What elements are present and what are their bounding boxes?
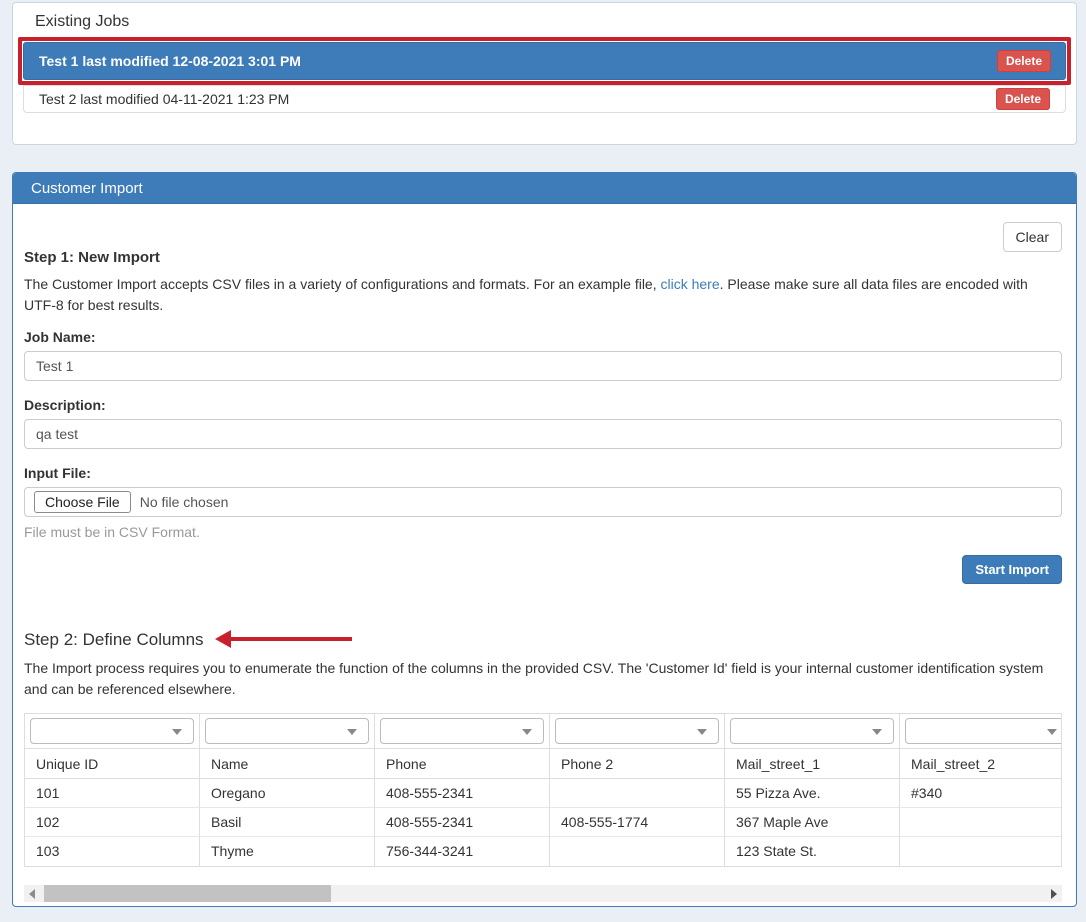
table-row: 103 Thyme 756-344-3241 123 State St. [25,837,1062,866]
table-cell [900,808,1062,837]
table-cell: Oregano [200,779,375,808]
column-header: Phone [375,749,550,779]
table-cell [900,837,1062,866]
input-file-label: Input File: [24,465,1062,481]
choose-file-button[interactable]: Choose File [34,491,131,513]
job-item-label: Test 2 last modified 04-11-2021 1:23 PM [39,91,289,107]
annotation-arrow [230,637,352,641]
column-select-3[interactable] [380,718,544,744]
table-cell: 408-555-1774 [550,808,725,837]
delete-button[interactable]: Delete [997,50,1051,72]
clear-button[interactable]: Clear [1003,222,1062,252]
click-here-link[interactable]: click here [661,276,720,292]
table-cell: 123 State St. [725,837,900,866]
intro-text-before: The Customer Import accepts CSV files in… [24,276,661,292]
column-header: Phone 2 [550,749,725,779]
customer-import-panel: Customer Import Clear Step 1: New Import… [12,172,1077,907]
column-header: Unique ID [25,749,200,779]
job-item-test1[interactable]: Test 1 last modified 12-08-2021 3:01 PM … [23,42,1066,80]
column-header: Mail_street_1 [725,749,900,779]
existing-jobs-panel: Existing Jobs Test 1 last modified 12-08… [12,2,1077,145]
table-cell: 55 Pizza Ave. [725,779,900,808]
column-definition-table: Unique ID Name Phone Phone 2 Mail_street… [24,713,1062,867]
table-row: 101 Oregano 408-555-2341 55 Pizza Ave. #… [25,779,1062,808]
step2-heading: Step 2: Define Columns [24,584,1062,650]
column-select-2[interactable] [205,718,369,744]
table-cell [550,779,725,808]
customer-import-panel-heading: Customer Import [13,173,1076,204]
table-cell: #340 [900,779,1062,808]
job-item-label: Test 1 last modified 12-08-2021 3:01 PM [39,53,301,69]
step1-heading: Step 1: New Import [24,249,1062,266]
file-input[interactable]: Choose File No file chosen [24,487,1062,517]
column-select-6[interactable] [905,718,1062,744]
job-name-label: Job Name: [24,329,1062,345]
table-cell: 101 [25,779,200,808]
table-cell: Basil [200,808,375,837]
no-file-chosen-text: No file chosen [140,494,229,510]
customer-import-panel-body: Clear Step 1: New Import The Customer Im… [13,204,1076,907]
table-cell: 102 [25,808,200,837]
column-select-row [25,714,1062,749]
column-select-4[interactable] [555,718,719,744]
description-input[interactable] [24,419,1062,449]
table-cell: 367 Maple Ave [725,808,900,837]
step2-description: The Import process requires you to enume… [24,658,1062,700]
column-header: Mail_street_2 [900,749,1062,779]
table-cell: 408-555-2341 [375,808,550,837]
column-select-1[interactable] [30,718,194,744]
column-header: Name [200,749,375,779]
table-cell [550,837,725,866]
table-cell: 103 [25,837,200,866]
start-import-button[interactable]: Start Import [962,555,1062,584]
description-label: Description: [24,397,1062,413]
table-row: 102 Basil 408-555-2341 408-555-1774 367 … [25,808,1062,837]
scrollbar-thumb[interactable] [44,885,331,902]
table-cell: 408-555-2341 [375,779,550,808]
page: Existing Jobs Test 1 last modified 12-08… [0,0,1086,907]
scroll-left-arrow-icon[interactable] [24,885,41,902]
csv-format-hint: File must be in CSV Format. [24,524,1062,540]
existing-jobs-heading: Existing Jobs [35,13,1066,31]
table-cell: Thyme [200,837,375,866]
annotation-rect: Test 1 last modified 12-08-2021 3:01 PM … [18,37,1071,85]
step1-intro: The Customer Import accepts CSV files in… [24,274,1062,316]
scroll-right-arrow-icon[interactable] [1045,885,1062,902]
job-name-input[interactable] [24,351,1062,381]
step2-heading-text: Step 2: Define Columns [24,630,204,649]
table-cell: 756-344-3241 [375,837,550,866]
job-item-test2[interactable]: Delete Test 2 last modified 04-11-2021 1… [23,85,1066,113]
column-select-5[interactable] [730,718,894,744]
delete-button[interactable]: Delete [996,88,1050,110]
horizontal-scrollbar[interactable] [24,885,1062,902]
table-header-row: Unique ID Name Phone Phone 2 Mail_street… [25,749,1062,779]
